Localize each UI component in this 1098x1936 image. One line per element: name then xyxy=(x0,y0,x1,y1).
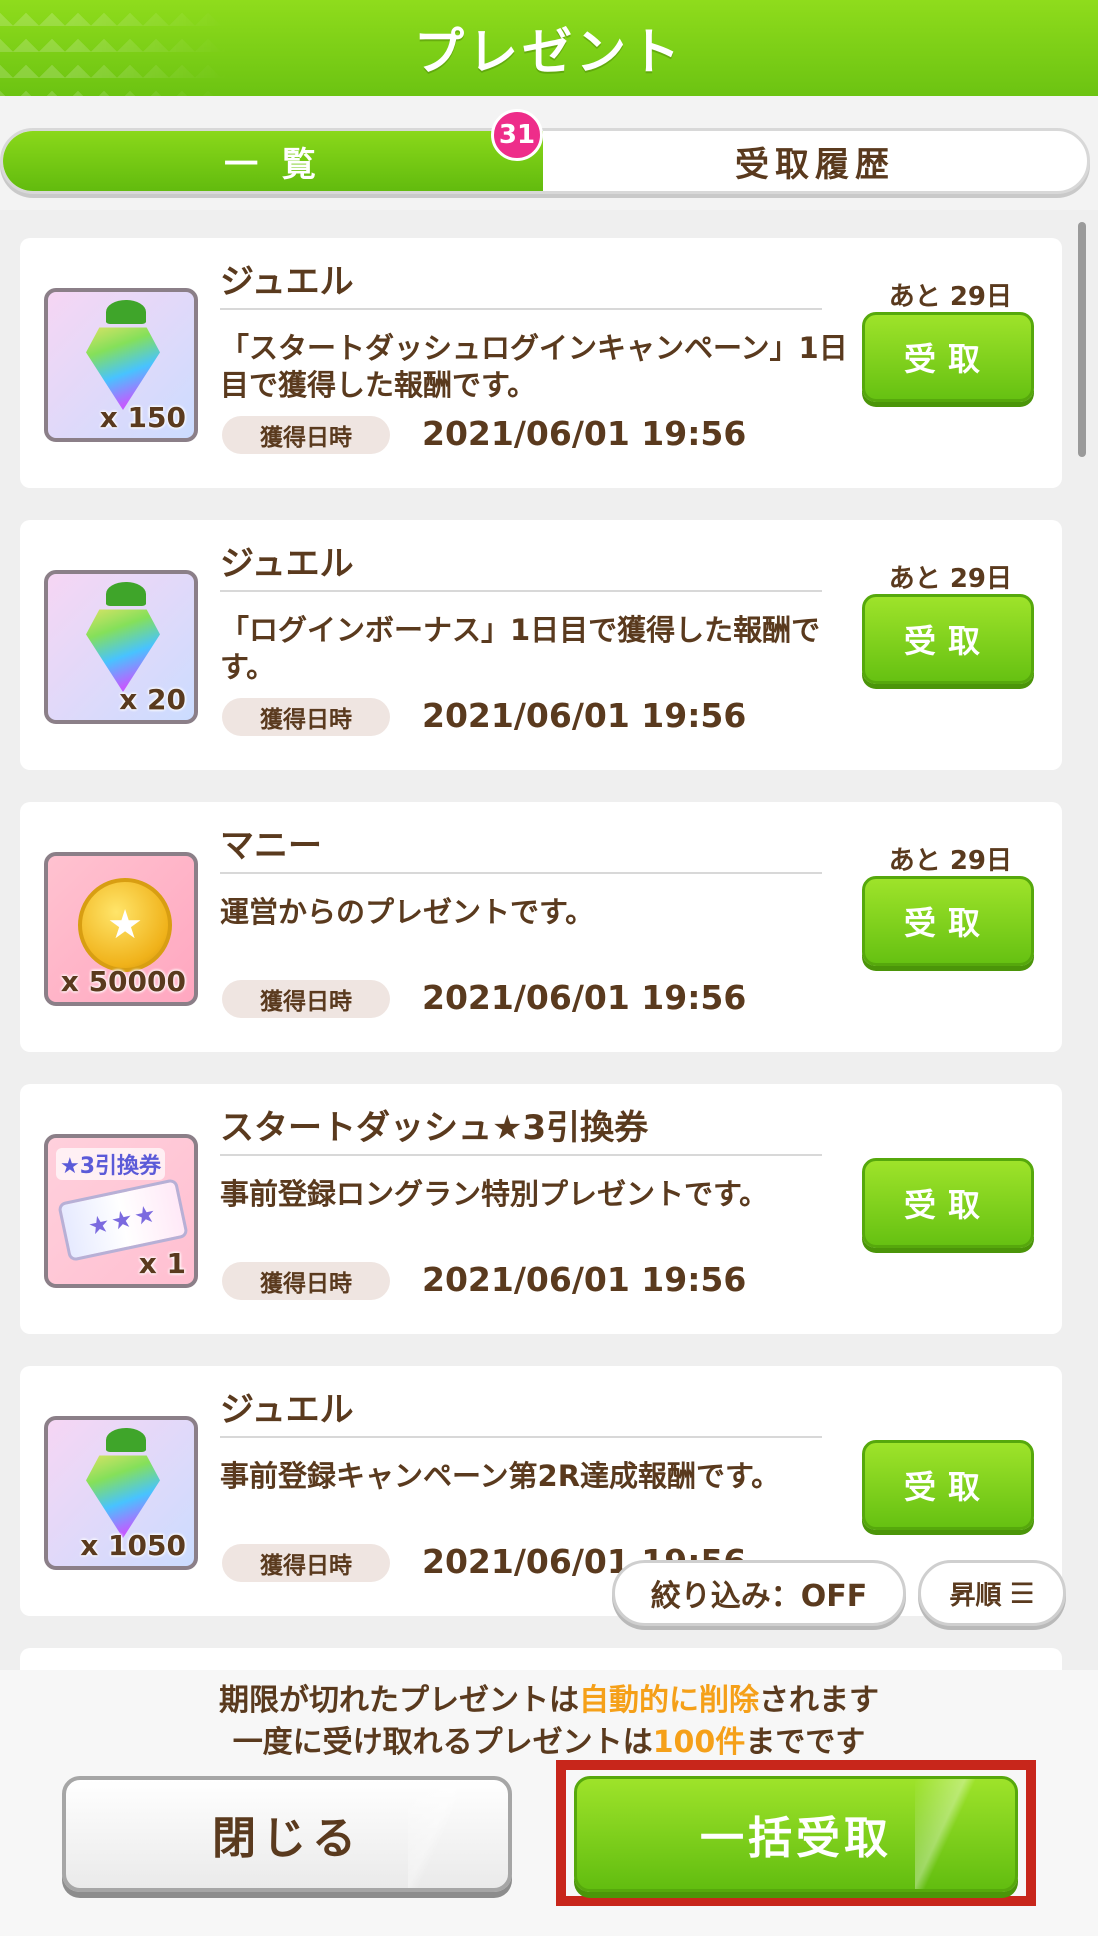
coin-shape: ★ xyxy=(78,878,172,972)
date-value: 2021/06/01 19:56 xyxy=(422,978,747,1017)
date-value: 2021/06/01 19:56 xyxy=(422,1260,747,1299)
page-title: プレゼント xyxy=(414,23,684,81)
item-description: 事前登録キャンペーン第2R達成報酬です。 xyxy=(220,1459,781,1493)
ticket-icon: ★3引換券 ★★★ x 1 xyxy=(44,1134,198,1288)
date-value: 2021/06/01 19:56 xyxy=(422,414,747,453)
item-description: 事前登録ロングラン特別プレゼントです。 xyxy=(220,1177,769,1211)
jewel-icon: x 1050 xyxy=(44,1416,198,1570)
close-button[interactable]: 閉じる xyxy=(62,1776,512,1892)
item-name: マニー xyxy=(220,826,322,866)
remaining-days: あと 29日 xyxy=(888,564,1012,594)
item-quantity: x 20 xyxy=(119,683,186,716)
gem-shape xyxy=(86,327,160,410)
list-item xyxy=(20,1648,1062,1670)
item-quantity: x 1 xyxy=(138,1247,186,1280)
ticket-label: ★3引換券 xyxy=(56,1148,166,1180)
receive-button[interactable]: 受取 xyxy=(862,1158,1034,1248)
date-label: 獲得日時 xyxy=(222,698,390,736)
item-name: スタートダッシュ★3引換券 xyxy=(220,1108,649,1148)
receive-all-label: 一括受取 xyxy=(700,1813,892,1864)
item-name: ジュエル xyxy=(220,262,354,302)
date-label: 獲得日時 xyxy=(222,1544,390,1582)
notice-text-part: までです xyxy=(745,1725,866,1760)
header-pattern xyxy=(0,0,230,96)
notice-text-part: 一度に受け取れるプレゼントは xyxy=(232,1725,653,1760)
list-item: ★ x 50000 マニー 運営からのプレゼントです。 獲得日時 2021/06… xyxy=(20,802,1062,1052)
item-quantity: x 1050 xyxy=(80,1529,186,1562)
tab-bar: 一 覧 31 受取履歴 xyxy=(0,109,1090,194)
divider xyxy=(220,308,822,310)
jewel-icon: x 20 xyxy=(44,570,198,724)
remaining-days: あと 29日 xyxy=(888,846,1012,876)
list-item: x 1050 ジュエル 事前登録キャンペーン第2R達成報酬です。 獲得日時 20… xyxy=(20,1366,1062,1616)
divider xyxy=(220,1154,822,1156)
receive-button[interactable]: 受取 xyxy=(862,1440,1034,1530)
list-item: x 150 ジュエル 「スタートダッシュログインキャンペーン」1日目で獲得した報… xyxy=(20,238,1062,488)
close-label: 閉じる xyxy=(212,1813,362,1864)
item-description: 「スタートダッシュログインキャンペーン」1日目で獲得した報酬です。 xyxy=(220,331,848,402)
notice-line-2: 一度に受け取れるプレゼントは100件までです xyxy=(0,1722,1098,1764)
gem-shape xyxy=(86,1455,160,1538)
leaf-shape xyxy=(106,300,146,324)
header-bar: プレゼント xyxy=(0,0,1098,96)
notice-text: 期限が切れたプレゼントは自動的に削除されます 一度に受け取れるプレゼントは100… xyxy=(0,1680,1098,1764)
list-item: x 20 ジュエル 「ログインボーナス」1日目で獲得した報酬です。 獲得日時 2… xyxy=(20,520,1062,770)
date-value: 2021/06/01 19:56 xyxy=(422,696,747,735)
receive-button[interactable]: 受取 xyxy=(862,312,1034,402)
sort-label: 昇順 xyxy=(949,1580,1002,1611)
coin-icon: ★ x 50000 xyxy=(44,852,198,1006)
date-label: 獲得日時 xyxy=(222,416,390,454)
notice-line-1: 期限が切れたプレゼントは自動的に削除されます xyxy=(0,1680,1098,1722)
remaining-days: あと 29日 xyxy=(888,282,1012,312)
list-item: ★3引換券 ★★★ x 1 スタートダッシュ★3引換券 事前登録ロングラン特別プ… xyxy=(20,1084,1062,1334)
jewel-icon: x 150 xyxy=(44,288,198,442)
tab-history[interactable]: 受取履歴 xyxy=(543,131,1087,191)
item-quantity: x 150 xyxy=(99,401,186,434)
leaf-shape xyxy=(106,1428,146,1452)
item-name: ジュエル xyxy=(220,1390,354,1430)
item-description: 運営からのプレゼントです。 xyxy=(220,895,595,929)
button-shine xyxy=(915,1779,975,1889)
divider xyxy=(220,590,822,592)
notice-text-part: されます xyxy=(759,1683,879,1718)
date-label: 獲得日時 xyxy=(222,1262,390,1300)
scrollbar[interactable] xyxy=(1078,222,1086,457)
divider xyxy=(220,1436,822,1438)
receive-all-button[interactable]: 一括受取 xyxy=(574,1776,1018,1892)
filter-button[interactable]: 絞り込み：OFF xyxy=(612,1560,906,1626)
tab-list-label: 一 覧 xyxy=(224,144,322,185)
sort-button[interactable]: 昇順 ☰ xyxy=(918,1560,1066,1626)
leaf-shape xyxy=(106,582,146,606)
notice-highlight: 100件 xyxy=(652,1725,746,1760)
sort-lines-icon: ☰ xyxy=(1009,1576,1035,1610)
button-shine xyxy=(408,1780,468,1888)
notice-highlight: 自動的に削除 xyxy=(579,1683,759,1718)
date-label: 獲得日時 xyxy=(222,980,390,1018)
item-name: ジュエル xyxy=(220,544,354,584)
tab-history-label: 受取履歴 xyxy=(735,144,895,185)
present-list[interactable]: x 150 ジュエル 「スタートダッシュログインキャンペーン」1日目で獲得した報… xyxy=(0,210,1098,1670)
count-badge: 31 xyxy=(491,109,543,161)
item-quantity: x 50000 xyxy=(60,965,186,998)
receive-button[interactable]: 受取 xyxy=(862,876,1034,966)
item-description: 「ログインボーナス」1日目で獲得した報酬です。 xyxy=(220,613,821,684)
divider xyxy=(220,872,822,874)
receive-button[interactable]: 受取 xyxy=(862,594,1034,684)
tab-list[interactable]: 一 覧 31 xyxy=(3,109,543,191)
notice-text-part: 期限が切れたプレゼントは xyxy=(219,1683,579,1718)
gem-shape xyxy=(86,609,160,692)
